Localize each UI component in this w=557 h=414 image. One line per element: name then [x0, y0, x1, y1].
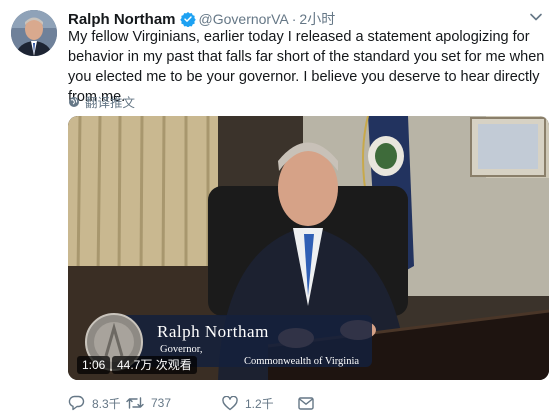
video-caption-subtitle: Commonwealth of Virginia	[244, 356, 360, 367]
retweet-button[interactable]: 737	[126, 396, 222, 410]
video-caption-name: Ralph Northam	[157, 322, 269, 341]
reply-button[interactable]: 8.3千	[68, 395, 126, 412]
direct-message-button[interactable]	[298, 396, 321, 410]
reply-icon	[68, 395, 85, 411]
envelope-icon	[298, 396, 314, 410]
tweet-actions: 8.3千 737 1.2千	[68, 394, 321, 412]
translate-tweet-link[interactable]: 翻译推文	[68, 92, 135, 111]
video-caption-title: Governor,	[160, 344, 203, 355]
retweet-icon	[126, 397, 144, 409]
retweet-count: 737	[151, 396, 172, 410]
video-views-badge: 44.7万 次观看	[112, 356, 197, 374]
video-player[interactable]: Ralph Northam Governor, Commonwealth of …	[68, 116, 549, 380]
tweet-text: My fellow Virginians, earlier today I re…	[68, 29, 545, 105]
tweet-timestamp[interactable]: 2小时	[299, 9, 335, 29]
video-duration-badge: 1:06	[77, 356, 111, 374]
user-name[interactable]: Ralph Northam	[68, 11, 176, 28]
separator-dot: ·	[291, 11, 297, 27]
translate-label: 翻译推文	[85, 96, 136, 110]
tweet: Ralph Northam @GovernorVA · 2小时 My fello…	[0, 0, 557, 414]
heart-icon	[222, 395, 238, 410]
video-frame	[68, 116, 549, 380]
globe-icon	[69, 96, 79, 107]
avatar[interactable]	[11, 10, 57, 56]
chevron-down-icon[interactable]	[529, 10, 543, 24]
like-count: 1.2千	[245, 396, 274, 411]
verified-badge-icon	[179, 12, 196, 27]
like-button[interactable]: 1.2千	[222, 395, 298, 412]
reply-count: 8.3千	[92, 396, 121, 411]
tweet-header: Ralph Northam @GovernorVA · 2小时	[68, 10, 335, 28]
user-handle[interactable]: @GovernorVA	[199, 11, 289, 27]
